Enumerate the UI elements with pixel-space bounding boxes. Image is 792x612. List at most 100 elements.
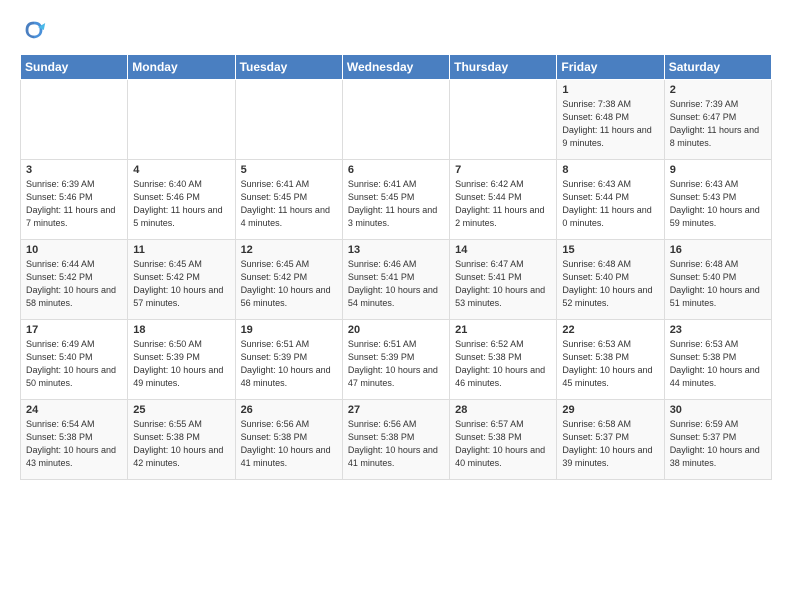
day-number: 26 bbox=[241, 404, 337, 416]
day-number: 19 bbox=[241, 324, 337, 336]
day-number: 30 bbox=[670, 404, 766, 416]
calendar-cell: 8 Sunrise: 6:43 AM Sunset: 5:44 PM Daylig… bbox=[557, 160, 664, 240]
calendar-cell: 20 Sunrise: 6:51 AM Sunset: 5:39 PM Dayli… bbox=[342, 320, 449, 400]
calendar-cell: 11 Sunrise: 6:45 AM Sunset: 5:42 PM Dayli… bbox=[128, 240, 235, 320]
day-info: Sunrise: 6:49 AM Sunset: 5:40 PM Dayligh… bbox=[26, 338, 122, 390]
header bbox=[20, 16, 772, 44]
calendar-cell bbox=[450, 80, 557, 160]
calendar-cell: 13 Sunrise: 6:46 AM Sunset: 5:41 PM Dayli… bbox=[342, 240, 449, 320]
day-number: 29 bbox=[562, 404, 658, 416]
day-number: 10 bbox=[26, 244, 122, 256]
day-info: Sunrise: 6:46 AM Sunset: 5:41 PM Dayligh… bbox=[348, 258, 444, 310]
day-info: Sunrise: 6:40 AM Sunset: 5:46 PM Dayligh… bbox=[133, 178, 229, 230]
day-info: Sunrise: 6:45 AM Sunset: 5:42 PM Dayligh… bbox=[133, 258, 229, 310]
calendar-cell: 4 Sunrise: 6:40 AM Sunset: 5:46 PM Daylig… bbox=[128, 160, 235, 240]
day-info: Sunrise: 6:55 AM Sunset: 5:38 PM Dayligh… bbox=[133, 418, 229, 470]
day-info: Sunrise: 6:43 AM Sunset: 5:43 PM Dayligh… bbox=[670, 178, 766, 230]
day-number: 21 bbox=[455, 324, 551, 336]
calendar-cell: 2 Sunrise: 7:39 AM Sunset: 6:47 PM Daylig… bbox=[664, 80, 771, 160]
day-number: 20 bbox=[348, 324, 444, 336]
day-info: Sunrise: 6:44 AM Sunset: 5:42 PM Dayligh… bbox=[26, 258, 122, 310]
day-number: 9 bbox=[670, 164, 766, 176]
day-info: Sunrise: 6:52 AM Sunset: 5:38 PM Dayligh… bbox=[455, 338, 551, 390]
calendar-cell: 24 Sunrise: 6:54 AM Sunset: 5:38 PM Dayli… bbox=[21, 400, 128, 480]
day-info: Sunrise: 6:47 AM Sunset: 5:41 PM Dayligh… bbox=[455, 258, 551, 310]
day-number: 16 bbox=[670, 244, 766, 256]
day-info: Sunrise: 6:56 AM Sunset: 5:38 PM Dayligh… bbox=[241, 418, 337, 470]
day-info: Sunrise: 6:58 AM Sunset: 5:37 PM Dayligh… bbox=[562, 418, 658, 470]
day-info: Sunrise: 6:50 AM Sunset: 5:39 PM Dayligh… bbox=[133, 338, 229, 390]
calendar-cell: 27 Sunrise: 6:56 AM Sunset: 5:38 PM Dayli… bbox=[342, 400, 449, 480]
page: SundayMondayTuesdayWednesdayThursdayFrid… bbox=[0, 0, 792, 496]
calendar-cell: 19 Sunrise: 6:51 AM Sunset: 5:39 PM Dayli… bbox=[235, 320, 342, 400]
calendar-cell: 22 Sunrise: 6:53 AM Sunset: 5:38 PM Dayli… bbox=[557, 320, 664, 400]
weekday-header-friday: Friday bbox=[557, 55, 664, 80]
day-info: Sunrise: 6:56 AM Sunset: 5:38 PM Dayligh… bbox=[348, 418, 444, 470]
day-info: Sunrise: 6:48 AM Sunset: 5:40 PM Dayligh… bbox=[670, 258, 766, 310]
calendar-cell: 5Sunrise: 6:41 AM Sunset: 5:45 PM Daylig… bbox=[235, 160, 342, 240]
day-info: Sunrise: 6:42 AM Sunset: 5:44 PM Dayligh… bbox=[455, 178, 551, 230]
calendar-cell: 7 Sunrise: 6:42 AM Sunset: 5:44 PM Daylig… bbox=[450, 160, 557, 240]
day-info: Sunrise: 6:41 AM Sunset: 5:45 PM Dayligh… bbox=[348, 178, 444, 230]
weekday-header-row: SundayMondayTuesdayWednesdayThursdayFrid… bbox=[21, 55, 772, 80]
day-number: 3 bbox=[26, 164, 122, 176]
day-number: 15 bbox=[562, 244, 658, 256]
calendar-week-3: 17Sunrise: 6:49 AM Sunset: 5:40 PM Dayli… bbox=[21, 320, 772, 400]
day-info: Sunrise: 6:48 AM Sunset: 5:40 PM Dayligh… bbox=[562, 258, 658, 310]
day-number: 18 bbox=[133, 324, 229, 336]
day-info: Sunrise: 6:51 AM Sunset: 5:39 PM Dayligh… bbox=[241, 338, 337, 390]
day-info: Sunrise: 6:57 AM Sunset: 5:38 PM Dayligh… bbox=[455, 418, 551, 470]
day-number: 7 bbox=[455, 164, 551, 176]
calendar-cell: 9 Sunrise: 6:43 AM Sunset: 5:43 PM Daylig… bbox=[664, 160, 771, 240]
day-info: Sunrise: 6:59 AM Sunset: 5:37 PM Dayligh… bbox=[670, 418, 766, 470]
weekday-header-sunday: Sunday bbox=[21, 55, 128, 80]
calendar-cell: 15 Sunrise: 6:48 AM Sunset: 5:40 PM Dayli… bbox=[557, 240, 664, 320]
weekday-header-saturday: Saturday bbox=[664, 55, 771, 80]
day-info: Sunrise: 6:43 AM Sunset: 5:44 PM Dayligh… bbox=[562, 178, 658, 230]
day-number: 2 bbox=[670, 84, 766, 96]
weekday-header-thursday: Thursday bbox=[450, 55, 557, 80]
calendar-cell: 28 Sunrise: 6:57 AM Sunset: 5:38 PM Dayli… bbox=[450, 400, 557, 480]
calendar-cell: 25 Sunrise: 6:55 AM Sunset: 5:38 PM Dayli… bbox=[128, 400, 235, 480]
calendar-cell: 30 Sunrise: 6:59 AM Sunset: 5:37 PM Dayli… bbox=[664, 400, 771, 480]
day-number: 27 bbox=[348, 404, 444, 416]
logo-icon bbox=[20, 16, 48, 44]
calendar-cell: 12Sunrise: 6:45 AM Sunset: 5:42 PM Dayli… bbox=[235, 240, 342, 320]
calendar-cell: 26 Sunrise: 6:56 AM Sunset: 5:38 PM Dayli… bbox=[235, 400, 342, 480]
calendar-cell: 29 Sunrise: 6:58 AM Sunset: 5:37 PM Dayli… bbox=[557, 400, 664, 480]
day-number: 1 bbox=[562, 84, 658, 96]
calendar-table: SundayMondayTuesdayWednesdayThursdayFrid… bbox=[20, 54, 772, 480]
calendar-cell: 10 Sunrise: 6:44 AM Sunset: 5:42 PM Dayli… bbox=[21, 240, 128, 320]
day-number: 8 bbox=[562, 164, 658, 176]
day-info: Sunrise: 6:41 AM Sunset: 5:45 PM Dayligh… bbox=[241, 178, 337, 230]
day-number: 13 bbox=[348, 244, 444, 256]
day-number: 4 bbox=[133, 164, 229, 176]
calendar-week-2: 10 Sunrise: 6:44 AM Sunset: 5:42 PM Dayli… bbox=[21, 240, 772, 320]
day-number: 28 bbox=[455, 404, 551, 416]
calendar-header: SundayMondayTuesdayWednesdayThursdayFrid… bbox=[21, 55, 772, 80]
day-number: 14 bbox=[455, 244, 551, 256]
weekday-header-monday: Monday bbox=[128, 55, 235, 80]
weekday-header-tuesday: Tuesday bbox=[235, 55, 342, 80]
calendar-cell: 21 Sunrise: 6:52 AM Sunset: 5:38 PM Dayli… bbox=[450, 320, 557, 400]
day-number: 23 bbox=[670, 324, 766, 336]
calendar-cell: 14 Sunrise: 6:47 AM Sunset: 5:41 PM Dayli… bbox=[450, 240, 557, 320]
day-info: Sunrise: 7:39 AM Sunset: 6:47 PM Dayligh… bbox=[670, 98, 766, 150]
day-info: Sunrise: 6:53 AM Sunset: 5:38 PM Dayligh… bbox=[562, 338, 658, 390]
calendar-body: 1 Sunrise: 7:38 AM Sunset: 6:48 PM Daylig… bbox=[21, 80, 772, 480]
day-number: 11 bbox=[133, 244, 229, 256]
day-number: 12 bbox=[241, 244, 337, 256]
day-info: Sunrise: 6:54 AM Sunset: 5:38 PM Dayligh… bbox=[26, 418, 122, 470]
calendar-cell: 6 Sunrise: 6:41 AM Sunset: 5:45 PM Daylig… bbox=[342, 160, 449, 240]
calendar-cell bbox=[342, 80, 449, 160]
calendar-cell: 3Sunrise: 6:39 AM Sunset: 5:46 PM Daylig… bbox=[21, 160, 128, 240]
day-number: 22 bbox=[562, 324, 658, 336]
calendar-cell bbox=[235, 80, 342, 160]
day-number: 25 bbox=[133, 404, 229, 416]
day-info: Sunrise: 6:51 AM Sunset: 5:39 PM Dayligh… bbox=[348, 338, 444, 390]
day-info: Sunrise: 6:53 AM Sunset: 5:38 PM Dayligh… bbox=[670, 338, 766, 390]
day-info: Sunrise: 7:38 AM Sunset: 6:48 PM Dayligh… bbox=[562, 98, 658, 150]
day-number: 6 bbox=[348, 164, 444, 176]
calendar-cell: 23 Sunrise: 6:53 AM Sunset: 5:38 PM Dayli… bbox=[664, 320, 771, 400]
day-number: 24 bbox=[26, 404, 122, 416]
